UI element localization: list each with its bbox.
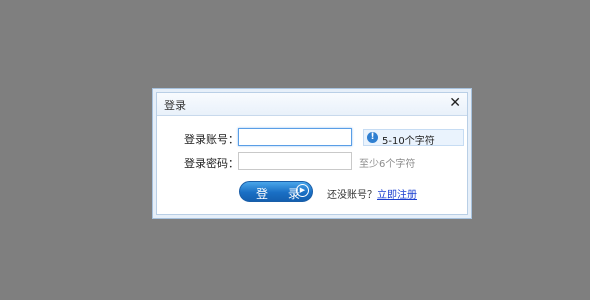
login-dialog: 登录 ✕ 登录账号： ! 5-10个字符 登录密码： 至少6个字符 登 录 ▶ … — [152, 88, 472, 219]
close-icon[interactable]: ✕ — [449, 95, 461, 111]
dialog-body: 登录 ✕ 登录账号： ! 5-10个字符 登录密码： 至少6个字符 登 录 ▶ … — [156, 92, 468, 215]
account-tip: ! 5-10个字符 — [363, 129, 464, 147]
password-label: 登录密码： — [184, 157, 239, 170]
register-prompt: 还没账号？立即注册 — [327, 186, 417, 201]
account-tip-text: 5-10个字符 — [382, 136, 435, 147]
register-link[interactable]: 立即注册 — [377, 190, 417, 201]
login-button[interactable]: 登 录 ▶ — [239, 181, 313, 202]
account-input[interactable] — [238, 128, 352, 146]
dialog-title: 登录 — [164, 99, 186, 112]
password-hint: 至少6个字符 — [359, 159, 416, 170]
info-icon: ! — [367, 132, 378, 143]
dialog-titlebar: 登录 ✕ — [157, 93, 467, 116]
password-input[interactable] — [238, 152, 352, 170]
account-label: 登录账号： — [184, 133, 239, 146]
no-account-text: 还没账号？ — [327, 190, 377, 201]
arrow-right-icon: ▶ — [296, 184, 309, 197]
